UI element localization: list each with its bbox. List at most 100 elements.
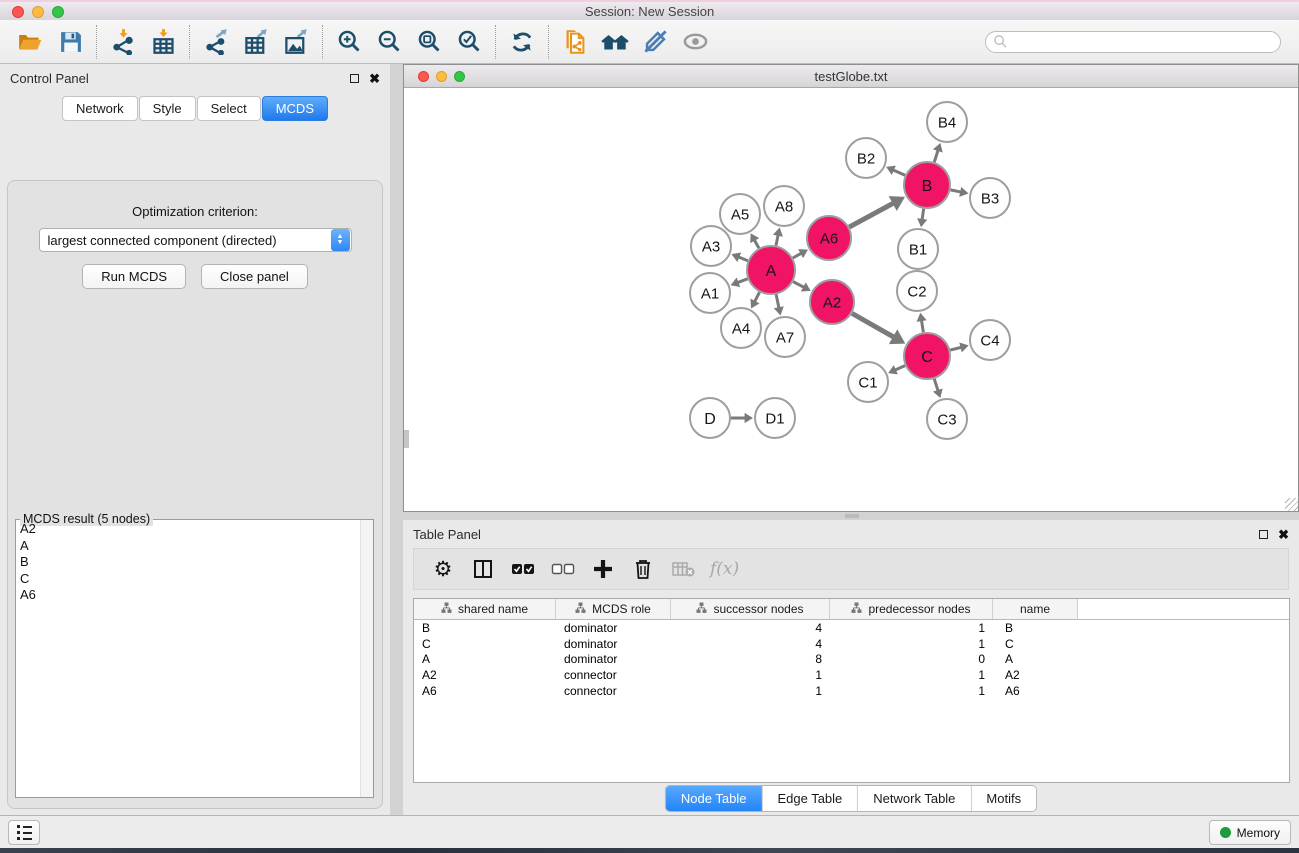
tab-node-table[interactable]: Node Table: [666, 786, 763, 811]
node-label-B2: B2: [857, 150, 875, 167]
maximize-window-button[interactable]: [52, 6, 64, 18]
network-vscrollbar[interactable]: [404, 430, 409, 448]
import-network-icon[interactable]: [103, 24, 143, 60]
task-history-button[interactable]: [8, 820, 40, 845]
float-table-panel-icon[interactable]: [1259, 530, 1268, 539]
export-network-icon[interactable]: [196, 24, 236, 60]
network-edge-A-A1[interactable]: [738, 279, 748, 283]
network-edge-A-A5[interactable]: [754, 240, 759, 248]
select-all-icon[interactable]: [510, 556, 536, 582]
network-edge-B-B2[interactable]: [893, 170, 905, 175]
table-row[interactable]: Bdominator41B: [414, 620, 1289, 636]
network-hscrollbar[interactable]: [845, 514, 859, 518]
zoom-out-icon[interactable]: [369, 24, 409, 60]
export-image-icon[interactable]: [276, 24, 316, 60]
tab-select[interactable]: Select: [197, 96, 261, 121]
network-edge-A6-B[interactable]: [849, 203, 893, 227]
export-table-icon[interactable]: [236, 24, 276, 60]
column-header-name[interactable]: name: [993, 599, 1078, 619]
save-session-icon[interactable]: [50, 24, 90, 60]
table-row[interactable]: Adominator80A: [414, 652, 1289, 668]
mcds-result-item[interactable]: C: [16, 571, 360, 588]
function-builder-icon[interactable]: f(x): [710, 556, 739, 582]
network-edge-A-A2[interactable]: [793, 282, 804, 288]
show-columns-icon[interactable]: [470, 556, 496, 582]
hide-annotations-icon[interactable]: [635, 24, 675, 60]
network-minimize-button[interactable]: [436, 71, 447, 82]
network-window-titlebar[interactable]: testGlobe.txt: [404, 65, 1298, 88]
zoom-fit-icon[interactable]: [409, 24, 449, 60]
network-edge-C-C2[interactable]: [921, 320, 923, 332]
close-table-panel-icon[interactable]: ✖: [1278, 528, 1289, 541]
tab-style[interactable]: Style: [139, 96, 196, 121]
network-edge-A-A4[interactable]: [755, 292, 760, 302]
criterion-dropdown[interactable]: largest connected component (directed) ▲…: [39, 228, 352, 252]
control-panel: Control Panel ✖ Network Style Select MCD…: [0, 64, 390, 815]
table-row[interactable]: Cdominator41C: [414, 636, 1289, 652]
tab-network-table[interactable]: Network Table: [858, 786, 971, 811]
table-row[interactable]: A2connector11A2: [414, 667, 1289, 683]
add-column-icon[interactable]: [590, 556, 616, 582]
mcds-result-list[interactable]: A2ABCA6: [16, 521, 360, 797]
window-titlebar: Session: New Session: [0, 0, 1299, 20]
network-edge-B-B3[interactable]: [951, 190, 962, 192]
network-resize-grip[interactable]: [1285, 498, 1298, 511]
node-label-D: D: [704, 411, 716, 428]
result-list-scrollbar[interactable]: [360, 520, 373, 797]
table-settings-gear-icon[interactable]: ⚙: [430, 556, 456, 582]
network-close-button[interactable]: [418, 71, 429, 82]
close-panel-button[interactable]: Close panel: [201, 264, 308, 289]
table-cell: [1078, 652, 1289, 668]
tab-mcds[interactable]: MCDS: [262, 96, 328, 121]
search-input[interactable]: [985, 31, 1281, 53]
show-graphics-details-icon[interactable]: [675, 24, 715, 60]
column-header-successor-nodes[interactable]: successor nodes: [671, 599, 830, 619]
refresh-layout-icon[interactable]: [502, 24, 542, 60]
delete-column-icon[interactable]: [630, 556, 656, 582]
network-edge-B-B1[interactable]: [922, 209, 924, 220]
run-mcds-button[interactable]: Run MCDS: [82, 264, 186, 289]
column-header-MCDS-role[interactable]: MCDS role: [556, 599, 671, 619]
network-edge-C-C3[interactable]: [934, 379, 938, 391]
open-file-icon[interactable]: [10, 24, 50, 60]
minimize-window-button[interactable]: [32, 6, 44, 18]
dropdown-stepper-icon: ▲▼: [331, 229, 350, 251]
network-edge-C-C4[interactable]: [950, 347, 961, 350]
close-panel-icon[interactable]: ✖: [369, 72, 380, 85]
close-window-button[interactable]: [12, 6, 24, 18]
tab-motifs[interactable]: Motifs: [971, 786, 1036, 811]
column-header-predecessor-nodes[interactable]: predecessor nodes: [830, 599, 993, 619]
node-label-B: B: [922, 178, 933, 195]
network-edge-A-A3[interactable]: [738, 257, 747, 261]
table-row[interactable]: A6connector11A6: [414, 683, 1289, 699]
memory-button[interactable]: Memory: [1209, 820, 1291, 845]
float-panel-icon[interactable]: [350, 74, 359, 83]
tab-edge-table[interactable]: Edge Table: [762, 786, 858, 811]
mcds-result-item[interactable]: A: [16, 538, 360, 555]
node-label-C4: C4: [980, 332, 999, 349]
network-edge-A-A8[interactable]: [776, 235, 778, 246]
table-cell: C: [993, 636, 1078, 652]
reset-view-icon[interactable]: [595, 24, 635, 60]
network-canvas[interactable]: AA6A2BCA5A8A3A1A4A7B2B4B3B1C2C4C1C3DD1: [404, 89, 1298, 511]
zoom-selected-icon[interactable]: [449, 24, 489, 60]
import-table-icon[interactable]: [143, 24, 183, 60]
network-edge-A2-C[interactable]: [852, 313, 894, 337]
zoom-in-icon[interactable]: [329, 24, 369, 60]
tab-network[interactable]: Network: [62, 96, 138, 121]
table-cell: B: [993, 620, 1078, 636]
network-edge-C-C1[interactable]: [895, 366, 905, 370]
control-panel-title: Control Panel: [10, 71, 89, 86]
mcds-result-item[interactable]: B: [16, 554, 360, 571]
mcds-result-item[interactable]: A6: [16, 587, 360, 604]
network-edge-B-B4[interactable]: [934, 150, 938, 162]
mcds-result-item[interactable]: A2: [16, 521, 360, 538]
table-cell: A2: [414, 667, 556, 683]
network-maximize-button[interactable]: [454, 71, 465, 82]
network-edge-A-A7[interactable]: [776, 294, 779, 308]
column-header-shared-name[interactable]: shared name: [414, 599, 556, 619]
deselect-all-icon[interactable]: [550, 556, 576, 582]
new-network-icon[interactable]: [555, 24, 595, 60]
delete-table-icon[interactable]: [670, 556, 696, 582]
network-edge-A-A6[interactable]: [793, 253, 802, 258]
